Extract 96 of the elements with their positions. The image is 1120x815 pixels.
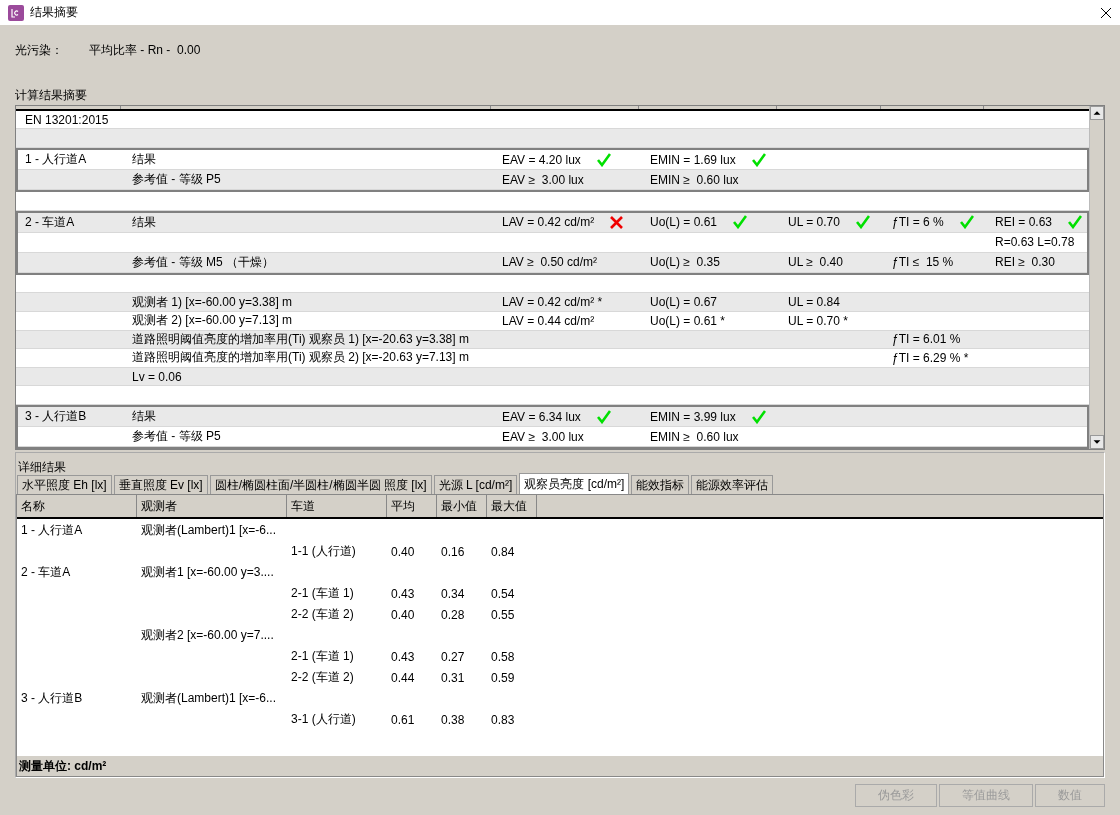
table-cell: 0.38 — [441, 712, 465, 727]
column-header[interactable]: 最小值 — [437, 495, 487, 517]
table-cell: 2-2 (车道 2) — [291, 670, 354, 684]
tab[interactable]: 能效指标 — [631, 475, 690, 494]
tab[interactable]: 能源效率评估 — [691, 475, 774, 494]
standard-name: EN 13201:2015 — [25, 112, 109, 127]
close-icon[interactable] — [1100, 6, 1112, 19]
result-value: Uo(L) = 0.61 * — [650, 313, 726, 328]
pollution-value: 平均比率 - Rn - 0.00 — [89, 42, 201, 59]
column-header[interactable]: 名称 — [17, 495, 137, 517]
table-cell: 0.54 — [491, 586, 515, 601]
table-cell: 0.34 — [441, 586, 465, 601]
row-label: 结果 — [132, 213, 156, 231]
table-cell: 观测者(Lambert)1 [x=-6... — [141, 691, 277, 705]
section-name: 3 - 人行道B — [25, 408, 87, 426]
result-value: ƒTI = 6.01 % — [892, 332, 961, 347]
window-title: 结果摘要 — [30, 4, 79, 21]
result-value: EAV ≥ 3.00 lux — [502, 429, 584, 444]
column-header[interactable]: 最大值 — [487, 495, 537, 517]
row-label: 参考值 - 等级 P5 — [132, 171, 221, 189]
result-value: UL = 0.84 — [788, 295, 840, 310]
table-cell: 1 - 人行道A — [21, 523, 83, 537]
table-cell: 观测者2 [x=-60.00 y=7.... — [141, 628, 274, 642]
result-value: UL = 0.70 — [788, 215, 840, 230]
result-value: REI = 0.63 — [995, 215, 1053, 230]
table-cell: 0.44 — [391, 670, 415, 685]
result-value: R=0.63 L=0.78 — [995, 235, 1075, 250]
table-cell: 2-1 (车道 1) — [291, 586, 354, 600]
result-value: LAV = 0.44 cd/m² — [502, 313, 595, 328]
tab[interactable]: 圆柱/椭圆柱面/半圆柱/椭圆半圆 照度 [lx] — [209, 475, 432, 494]
row-label: 参考值 - 等级 M5 （干燥） — [132, 253, 274, 271]
result-value: LAV ≥ 0.50 cd/m² — [502, 255, 598, 270]
table-cell: 3-1 (人行道) — [291, 712, 356, 726]
table-cell: 2-1 (车道 1) — [291, 649, 354, 663]
scroll-up-button[interactable] — [1090, 106, 1104, 120]
table-cell: 0.58 — [491, 649, 515, 664]
result-value: EAV ≥ 3.00 lux — [502, 172, 584, 187]
table-cell: 0.84 — [491, 544, 515, 559]
result-value: EAV = 4.20 lux — [502, 152, 581, 167]
result-value: EAV = 6.34 lux — [502, 409, 581, 424]
table-cell: 2 - 车道A — [21, 565, 71, 579]
row-label: Lv = 0.06 — [132, 369, 182, 384]
table-cell: 0.83 — [491, 712, 515, 727]
tab[interactable]: 水平照度 Eh [lx] — [17, 475, 112, 494]
table-cell: 观测者1 [x=-60.00 y=3.... — [141, 565, 274, 579]
result-value: ƒTI = 6 % — [892, 215, 944, 230]
table-cell: 0.40 — [391, 607, 415, 622]
table-cell: 0.61 — [391, 712, 415, 727]
tab[interactable]: 光源 L [cd/m²] — [433, 475, 518, 494]
row-label: 参考值 - 等级 P5 — [132, 428, 221, 446]
table-cell: 3 - 人行道B — [21, 691, 83, 705]
table-cell: 0.43 — [391, 586, 415, 601]
tab[interactable]: 垂直照度 Ev [lx] — [113, 475, 208, 494]
result-value: EMIN = 1.69 lux — [650, 152, 736, 167]
table-cell: 0.59 — [491, 670, 515, 685]
row-label: 观测者 2) [x=-60.00 y=7.13] m — [132, 312, 293, 330]
result-value: UL = 0.70 * — [788, 313, 848, 328]
section-name: 1 - 人行道A — [25, 151, 87, 169]
result-value: EMIN ≥ 0.60 lux — [650, 429, 739, 444]
column-header[interactable]: 车道 — [287, 495, 387, 517]
table-cell: 2-2 (车道 2) — [291, 607, 354, 621]
table-cell: 0.31 — [441, 670, 465, 685]
scroll-down-button[interactable] — [1090, 435, 1104, 449]
table-cell: 1-1 (人行道) — [291, 544, 356, 558]
row-label: 结果 — [132, 408, 156, 426]
table-cell: 0.27 — [441, 649, 465, 664]
row-label: 道路照明阈值亮度的增加率用(Ti) 观察员 1) [x=-20.63 y=3.38] m — [132, 330, 469, 348]
pollution-label: 光污染： — [15, 42, 63, 59]
section-title: 详细结果 — [18, 460, 66, 474]
row-label: 结果 — [132, 151, 156, 169]
table-cell: 0.55 — [491, 607, 515, 622]
result-value: REI ≥ 0.30 — [995, 255, 1055, 270]
app-logo-icon — [8, 4, 24, 21]
unit-label: 测量单位: cd/m² — [19, 757, 107, 775]
row-label: 观测者 1) [x=-60.00 y=3.38] m — [132, 293, 293, 311]
result-value: UL ≥ 0.40 — [788, 255, 843, 270]
result-value: Uo(L) = 0.61 — [650, 215, 718, 230]
result-value: ƒTI ≤ 15 % — [892, 255, 954, 270]
table-cell: 0.40 — [391, 544, 415, 559]
result-value: Uo(L) ≥ 0.35 — [650, 255, 720, 270]
result-value: ƒTI = 6.29 % * — [892, 350, 969, 365]
section-title: 计算结果摘要 — [15, 88, 87, 102]
column-header[interactable]: 平均 — [387, 495, 437, 517]
column-header[interactable]: 观测者 — [137, 495, 287, 517]
tab[interactable]: 观察员亮度 [cd/m²] — [519, 473, 630, 494]
section-name: 2 - 车道A — [25, 213, 75, 231]
result-value: EMIN ≥ 0.60 lux — [650, 172, 739, 187]
table-cell: 观测者(Lambert)1 [x=-6... — [141, 523, 277, 537]
result-value: Uo(L) = 0.67 — [650, 295, 718, 310]
result-value: EMIN = 3.99 lux — [650, 409, 736, 424]
result-value: LAV = 0.42 cd/m² — [502, 215, 595, 230]
table-cell: 0.16 — [441, 544, 465, 559]
table-cell: 0.28 — [441, 607, 465, 622]
result-value: LAV = 0.42 cd/m² * — [502, 295, 603, 310]
table-cell: 0.43 — [391, 649, 415, 664]
row-label: 道路照明阈值亮度的增加率用(Ti) 观察员 2) [x=-20.63 y=7.13] m — [132, 349, 469, 367]
